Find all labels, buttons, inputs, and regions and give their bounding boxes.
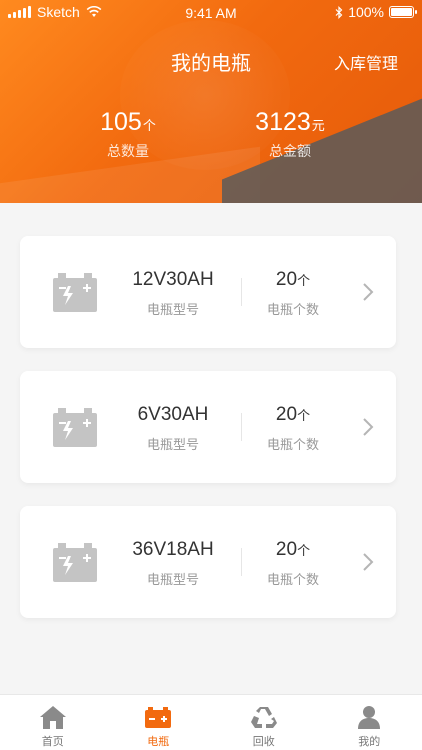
tab-recycle[interactable]: 回收 xyxy=(211,695,317,750)
total-count-label: 总数量 xyxy=(107,143,149,159)
stock-management-link[interactable]: 入库管理 xyxy=(334,50,398,74)
home-icon xyxy=(39,706,66,729)
recycle-icon xyxy=(250,707,277,728)
battery-percent: 100% xyxy=(348,4,384,20)
battery-card[interactable]: 6V30AH 电瓶型号 20个 电瓶个数 xyxy=(20,371,396,483)
battery-count-value: 20 xyxy=(275,539,298,560)
chevron-right-icon xyxy=(363,553,374,571)
divider xyxy=(241,548,242,576)
tab-profile[interactable]: 我的 xyxy=(317,695,422,750)
battery-model-value: 12V30AH xyxy=(132,269,214,290)
tab-home[interactable]: 首页 xyxy=(0,695,106,750)
battery-count-label: 电瓶个数 xyxy=(266,572,319,587)
header: Sketch 9:41 AM 100% 我的电瓶 入库管理 105个 总数量 3… xyxy=(0,0,422,203)
total-amount-label: 总金额 xyxy=(269,143,311,159)
battery-count-label: 电瓶个数 xyxy=(266,437,319,452)
battery-card[interactable]: 36V18AH 电瓶型号 20个 电瓶个数 xyxy=(20,506,396,618)
total-count-unit: 个 xyxy=(142,118,156,133)
chevron-right-icon xyxy=(363,283,374,301)
tab-battery[interactable]: 电瓶 xyxy=(106,695,212,750)
battery-count-unit: 个 xyxy=(297,273,311,288)
tab-recycle-label: 回收 xyxy=(252,736,275,748)
user-icon xyxy=(358,706,381,729)
battery-model-label: 电瓶型号 xyxy=(146,302,199,317)
divider xyxy=(241,413,242,441)
battery-icon xyxy=(53,408,97,447)
battery-model-value: 36V18AH xyxy=(132,539,214,560)
total-count-value: 105 xyxy=(100,108,142,136)
battery-icon xyxy=(53,273,97,312)
battery-count-unit: 个 xyxy=(297,543,311,558)
total-count-stat: 105个 总数量 xyxy=(48,108,208,161)
tab-profile-label: 我的 xyxy=(358,736,381,748)
battery-count-label: 电瓶个数 xyxy=(266,302,319,317)
battery-card[interactable]: 12V30AH 电瓶型号 20个 电瓶个数 xyxy=(20,236,396,348)
battery-status-icon xyxy=(389,6,417,18)
battery-model-value: 6V30AH xyxy=(137,404,209,425)
battery-count-unit: 个 xyxy=(297,408,311,423)
total-amount-stat: 3123元 总金额 xyxy=(210,108,370,161)
bluetooth-icon xyxy=(335,5,343,19)
divider xyxy=(241,278,242,306)
battery-count-value: 20 xyxy=(275,404,298,425)
chevron-right-icon xyxy=(363,418,374,436)
total-amount-unit: 元 xyxy=(311,118,325,133)
tab-bar: 首页 电瓶 回收 我的 xyxy=(0,694,422,750)
battery-count-value: 20 xyxy=(275,269,298,290)
tab-home-label: 首页 xyxy=(41,736,64,748)
tab-battery-label: 电瓶 xyxy=(147,736,170,748)
status-bar: Sketch 9:41 AM 100% xyxy=(0,0,422,24)
battery-model-label: 电瓶型号 xyxy=(146,437,199,452)
battery-icon xyxy=(53,543,97,582)
battery-icon xyxy=(145,707,172,728)
total-amount-value: 3123 xyxy=(255,108,311,136)
battery-model-label: 电瓶型号 xyxy=(146,572,199,587)
